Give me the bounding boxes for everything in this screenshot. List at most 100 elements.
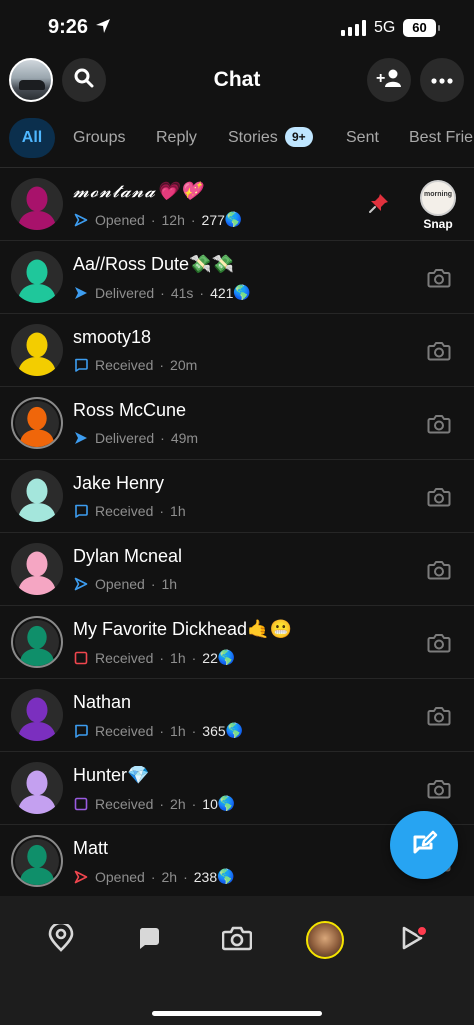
- separator-dot: ·: [159, 503, 165, 519]
- search-button[interactable]: [62, 58, 106, 102]
- tab-reply[interactable]: Reply: [156, 118, 197, 158]
- more-dots-icon: [431, 71, 453, 89]
- reply-camera-button[interactable]: [424, 628, 454, 658]
- bitmoji-avatar[interactable]: [11, 835, 63, 887]
- chat-status-line: Received · 20m: [73, 357, 197, 373]
- home-indicator[interactable]: [152, 1011, 322, 1016]
- reply-camera-button[interactable]: [424, 701, 454, 731]
- separator-dot: ·: [150, 576, 156, 592]
- nav-profile-avatar[interactable]: [306, 921, 344, 959]
- bitmoji-silhouette-icon: [19, 844, 55, 885]
- tab-sent[interactable]: Sent: [346, 118, 379, 158]
- chat-time: 12h: [161, 211, 185, 228]
- bitmoji-avatar[interactable]: [11, 324, 63, 376]
- chat-row[interactable]: Nathan Received · 1h · 365 🌎: [0, 679, 474, 752]
- bitmoji-avatar[interactable]: [11, 397, 63, 449]
- chat-name: Ross McCune: [73, 400, 187, 420]
- more-options-button[interactable]: [420, 58, 464, 102]
- bitmoji-avatar[interactable]: [11, 178, 63, 230]
- bottom-navigation: [0, 896, 474, 1025]
- chat-status-line: Opened · 2h · 238 🌎: [73, 868, 235, 885]
- reply-camera-button[interactable]: [424, 482, 454, 512]
- camera-icon: [427, 342, 451, 361]
- new-chat-button[interactable]: [390, 811, 458, 879]
- chat-status-line: Opened · 12h · 277 🌎: [73, 211, 242, 228]
- separator-dot: ·: [191, 722, 197, 739]
- camera-icon: [427, 488, 451, 507]
- chat-row[interactable]: Ross McCune Delivered · 49m: [0, 387, 474, 460]
- separator-dot: ·: [199, 284, 205, 301]
- globe-emoji: 🌎: [217, 795, 236, 811]
- chat-row[interactable]: 𝓶𝓸𝓷𝓽𝓪𝓷𝓪💗💖 Opened · 12h · 277 🌎 morning Snap: [0, 168, 474, 241]
- chat-row[interactable]: Hunter💎 Received · 2h · 10 🌎: [0, 752, 474, 825]
- reply-camera-button[interactable]: [424, 555, 454, 585]
- reply-camera-button[interactable]: [424, 336, 454, 366]
- chat-name: 𝓶𝓸𝓷𝓽𝓪𝓷𝓪💗💖: [73, 181, 203, 202]
- tab-stories[interactable]: Stories: [228, 118, 278, 158]
- separator-dot: ·: [160, 430, 165, 446]
- chat-status-text: Delivered: [95, 284, 155, 301]
- nav-chat-button[interactable]: [131, 922, 167, 958]
- reply-camera-button[interactable]: [424, 774, 454, 804]
- separator-dot: ·: [160, 284, 165, 301]
- bitmoji-silhouette-icon: [18, 551, 56, 595]
- separator-dot: ·: [159, 649, 165, 666]
- tab-groups[interactable]: Groups: [73, 118, 125, 158]
- sent-arrow-filled-icon: [73, 430, 89, 446]
- chat-status-text: Received: [95, 503, 154, 519]
- chat-outline-icon: [73, 723, 89, 739]
- chat-status-line: Received · 1h · 365 🌎: [73, 722, 243, 739]
- bitmoji-avatar[interactable]: [11, 689, 63, 741]
- snapstreak-count: 238: [193, 868, 218, 885]
- bitmoji-avatar[interactable]: [11, 543, 63, 595]
- add-friend-button[interactable]: +: [367, 58, 411, 102]
- compose-icon: [409, 828, 439, 863]
- bitmoji-avatar[interactable]: [11, 616, 63, 668]
- snapstreak-count: 10: [202, 795, 218, 812]
- chat-name: Hunter💎: [73, 765, 150, 785]
- camera-icon: [221, 925, 253, 956]
- reply-camera-button[interactable]: [424, 263, 454, 293]
- status-time: 9:26: [48, 16, 89, 38]
- chat-status-text: Received: [95, 795, 154, 812]
- tab-best-friends[interactable]: Best Frie: [409, 118, 473, 158]
- chat-name: Matt: [73, 838, 109, 858]
- bitmoji-avatar[interactable]: [11, 762, 63, 814]
- status-bar: 9:26 5G 60: [0, 0, 474, 56]
- chat-status-text: Received: [95, 649, 154, 666]
- bitmoji-silhouette-icon: [18, 332, 56, 376]
- bitmoji-silhouette-icon: [18, 186, 56, 230]
- globe-emoji: 🌎: [225, 722, 244, 738]
- camera-icon: [427, 415, 451, 434]
- bitmoji-silhouette-icon: [19, 406, 55, 447]
- snap-story-thumbnail[interactable]: morning: [420, 180, 456, 216]
- chat-status-text: Delivered: [95, 430, 155, 446]
- reply-camera-button[interactable]: [424, 409, 454, 439]
- notification-dot: [416, 925, 428, 937]
- tab-all[interactable]: All: [9, 118, 55, 158]
- globe-emoji: 🌎: [224, 211, 243, 227]
- video-outline-icon: [73, 796, 89, 812]
- camera-icon: [427, 634, 451, 653]
- chat-row[interactable]: Aa//Ross Dute💸💸 Delivered · 41s · 421 🌎: [0, 241, 474, 314]
- chat-time: 1h: [161, 576, 178, 592]
- add-friend-icon: +: [376, 68, 402, 93]
- chat-row[interactable]: Dylan Mcneal Opened · 1h: [0, 533, 474, 606]
- chat-status-line: Opened · 1h: [73, 576, 177, 592]
- car-image: [19, 80, 45, 90]
- bitmoji-avatar[interactable]: [11, 251, 63, 303]
- chat-status-text: Received: [95, 357, 154, 373]
- snapstreak-count: 365: [202, 722, 226, 739]
- chat-status-line: Delivered · 41s · 421 🌎: [73, 284, 251, 301]
- chat-row[interactable]: Jake Henry Received · 1h: [0, 460, 474, 533]
- chat-status-line: Received · 1h: [73, 503, 186, 519]
- bitmoji-silhouette-icon: [19, 625, 55, 666]
- nav-map-button[interactable]: [43, 921, 79, 958]
- bitmoji-avatar[interactable]: [11, 470, 63, 522]
- nav-camera-button[interactable]: [219, 922, 255, 958]
- chat-row[interactable]: smooty18 Received · 20m: [0, 314, 474, 387]
- profile-avatar[interactable]: [9, 58, 53, 102]
- stories-count-badge: 9+: [285, 127, 313, 147]
- map-pin-icon: [48, 921, 74, 957]
- chat-row[interactable]: My Favorite Dickhead🤙😬 Received · 1h · 22 🌎: [0, 606, 474, 679]
